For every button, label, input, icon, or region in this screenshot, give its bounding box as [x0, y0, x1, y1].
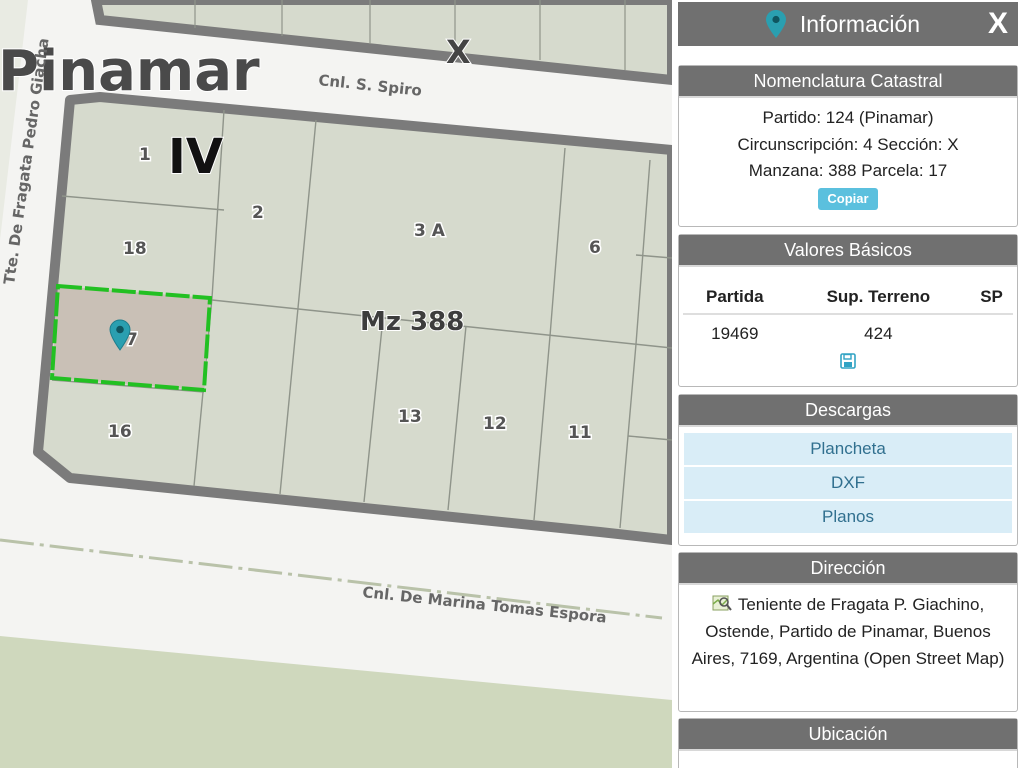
table-cell: 19469	[711, 324, 759, 343]
block-roman-label: IV	[168, 129, 223, 185]
section-title: Descargas	[679, 395, 1017, 427]
parcel-number[interactable]: 11	[567, 422, 594, 445]
copy-button[interactable]: Copiar	[818, 187, 878, 210]
circunscripcion-line: Circunscripción: 4 Sección: X	[737, 134, 959, 154]
section-title: Nomenclatura Catastral	[679, 66, 1017, 98]
valores-section: Valores Básicos Partida Sup. Terreno SP …	[678, 234, 1018, 387]
table-cell	[970, 314, 1013, 353]
parcel-number[interactable]: 13	[397, 406, 424, 429]
save-icon[interactable]	[840, 353, 856, 369]
direccion-section: Dirección Teniente de Fragata P. Giachin…	[678, 552, 1018, 712]
map-view[interactable]: Pinamar X Cnl. S. Spiro Tte. De Fragata …	[0, 0, 672, 768]
section-label: X	[446, 33, 471, 71]
parcel-number[interactable]: 1	[138, 144, 153, 167]
map-search-icon[interactable]	[712, 593, 732, 613]
section-title: Ubicación	[679, 719, 1017, 751]
section-title: Valores Básicos	[679, 235, 1017, 267]
nomenclatura-section: Nomenclatura Catastral Partido: 124 (Pin…	[678, 65, 1018, 227]
map-marker-icon	[766, 10, 786, 38]
descargas-section: Descargas Plancheta DXF Planos	[678, 394, 1018, 546]
info-panel: Información X Nomenclatura Catastral Par…	[672, 0, 1024, 768]
download-plancheta-button[interactable]: Plancheta	[684, 433, 1012, 467]
download-planos-button[interactable]: Planos	[684, 501, 1012, 535]
valores-table: Partida Sup. Terreno SP 19469 424	[683, 281, 1013, 353]
manzana-line: Manzana: 388 Parcela: 17	[748, 161, 948, 180]
table-row: 19469 424	[683, 314, 1013, 353]
table-header: SP	[970, 281, 1013, 315]
address-text: Teniente de Fragata P. Giachino, Ostende…	[691, 595, 1005, 668]
table-cell: 424	[864, 324, 893, 343]
panel-header: Información X	[678, 2, 1018, 46]
parcel-number[interactable]: 18	[122, 238, 149, 261]
parcel-number[interactable]: 16	[107, 421, 134, 444]
parcel-number[interactable]: 2	[251, 202, 266, 225]
ubicacion-section: Ubicación	[678, 718, 1018, 768]
parcel-number[interactable]: 3 A	[413, 220, 448, 243]
parcel-number[interactable]: 12	[482, 413, 509, 436]
block-label: Mz 388	[360, 307, 464, 337]
partido-line: Partido: 124 (Pinamar)	[762, 108, 934, 127]
close-button[interactable]: X	[984, 8, 1012, 40]
panel-title: Información	[799, 10, 921, 37]
section-title: Dirección	[679, 553, 1017, 585]
table-header: Partida	[683, 281, 787, 315]
download-dxf-button[interactable]: DXF	[684, 467, 1012, 501]
parcel-number[interactable]: 6	[588, 237, 603, 260]
table-header: Sup. Terreno	[786, 281, 971, 315]
